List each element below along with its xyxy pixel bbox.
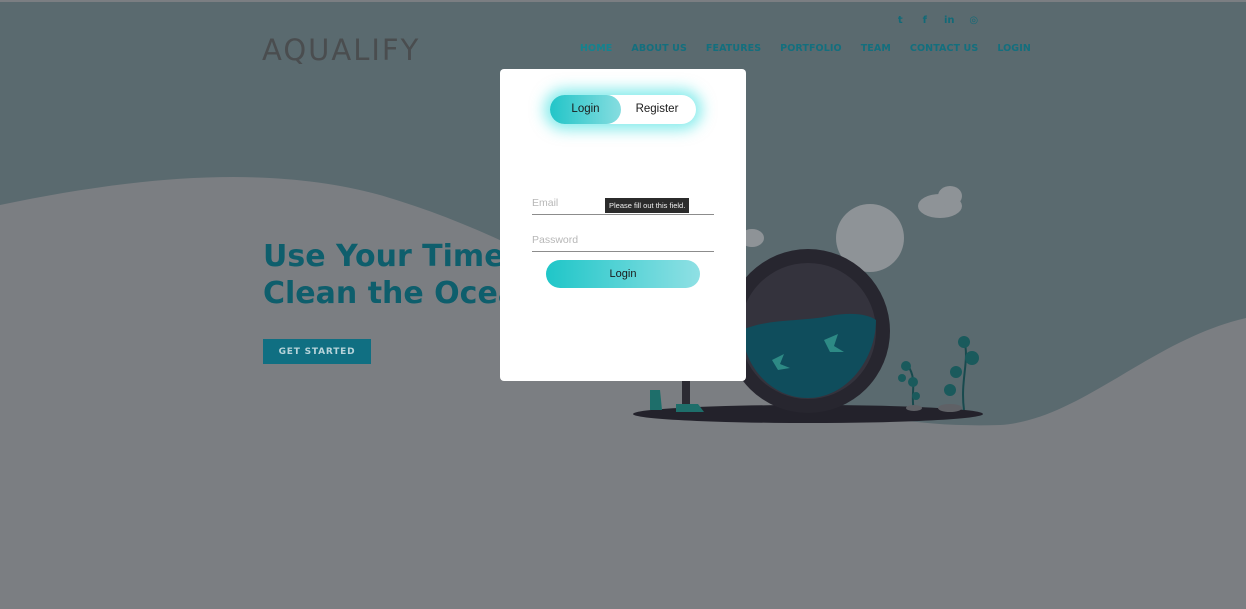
linkedin-icon[interactable]: in xyxy=(937,15,962,26)
hero-title-line1: Use Your Time xyxy=(263,239,505,274)
validation-tooltip: Please fill out this field. xyxy=(605,198,690,213)
main-nav: HOME ABOUT US FEATURES PORTFOLIO TEAM CO… xyxy=(580,43,1050,54)
twitter-icon[interactable]: t xyxy=(888,15,913,26)
password-field[interactable] xyxy=(532,229,714,252)
brand-logo[interactable]: AQUALIFY xyxy=(262,33,420,67)
nav-features[interactable]: FEATURES xyxy=(706,43,761,54)
nav-login[interactable]: LOGIN xyxy=(997,43,1031,54)
tab-register[interactable]: Register xyxy=(625,95,689,124)
get-started-button[interactable]: GET STARTED xyxy=(263,339,371,364)
nav-about-us[interactable]: ABOUT US xyxy=(631,43,687,54)
hero-title: Use Your Time Clean the Ocea xyxy=(263,238,518,312)
tab-login[interactable]: Login xyxy=(550,95,621,124)
facebook-icon[interactable]: f xyxy=(913,15,938,26)
auth-toggle: Login Register xyxy=(550,95,696,124)
nav-team[interactable]: TEAM xyxy=(861,43,891,54)
nav-contact-us[interactable]: CONTACT US xyxy=(910,43,978,54)
nav-home[interactable]: HOME xyxy=(580,43,612,54)
instagram-icon[interactable]: ◎ xyxy=(962,15,987,26)
hero-title-line2: Clean the Ocea xyxy=(263,276,519,311)
login-submit-button[interactable]: Login xyxy=(546,260,700,288)
login-modal: Login Register Please fill out this fiel… xyxy=(500,69,746,381)
social-links: t f in ◎ xyxy=(888,15,986,26)
nav-portfolio[interactable]: PORTFOLIO xyxy=(780,43,842,54)
